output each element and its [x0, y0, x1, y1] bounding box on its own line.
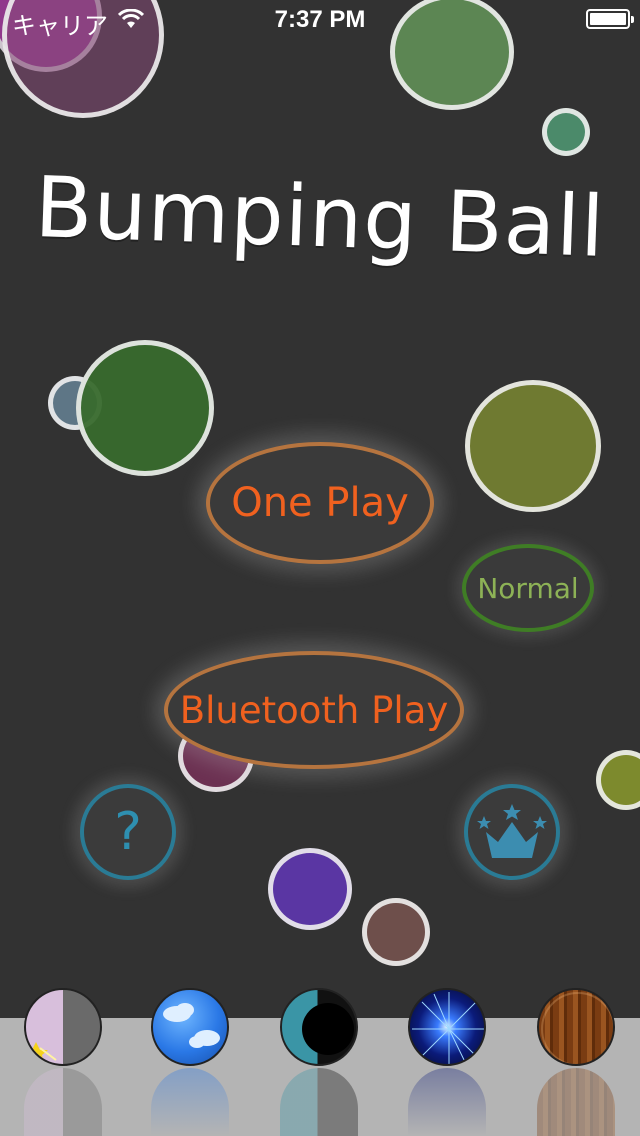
help-button[interactable]: ?: [80, 784, 176, 880]
bubble: [596, 750, 640, 810]
question-icon: ?: [114, 802, 142, 862]
wood-ball-icon: [541, 992, 613, 1064]
eclipse-theme-button[interactable]: [280, 988, 358, 1066]
battery-icon: [586, 9, 634, 29]
moon-ball-icon: [26, 1042, 57, 1063]
bubble: [542, 108, 590, 156]
cloud-ball-icon: [163, 1003, 220, 1048]
bubble: [76, 340, 214, 476]
clock: 7:37 PM: [274, 6, 366, 33]
space-theme-button[interactable]: [408, 988, 486, 1066]
burst-ball-icon: [412, 992, 484, 1064]
app-title: Bumping Ball: [33, 158, 607, 276]
bubble: [465, 380, 601, 512]
bubble: [362, 898, 430, 966]
sky-theme-button[interactable]: [151, 988, 229, 1066]
crown-icon: [477, 804, 547, 858]
wood-theme-button[interactable]: [537, 988, 615, 1066]
difficulty-label: Normal: [477, 571, 579, 605]
bluetooth-play-label: Bluetooth Play: [179, 688, 449, 732]
bluetooth-play-button[interactable]: Bluetooth Play: [164, 651, 464, 769]
one-play-label: One Play: [231, 480, 409, 526]
difficulty-button[interactable]: Normal: [462, 544, 594, 632]
eclipse-ball-icon: [302, 1003, 354, 1055]
bubble: [268, 848, 352, 930]
moon-theme-button[interactable]: [24, 988, 102, 1066]
ranking-button[interactable]: [464, 784, 560, 880]
one-play-button[interactable]: One Play: [206, 442, 434, 564]
status-bar: キャリア 7:37 PM: [0, 0, 640, 40]
